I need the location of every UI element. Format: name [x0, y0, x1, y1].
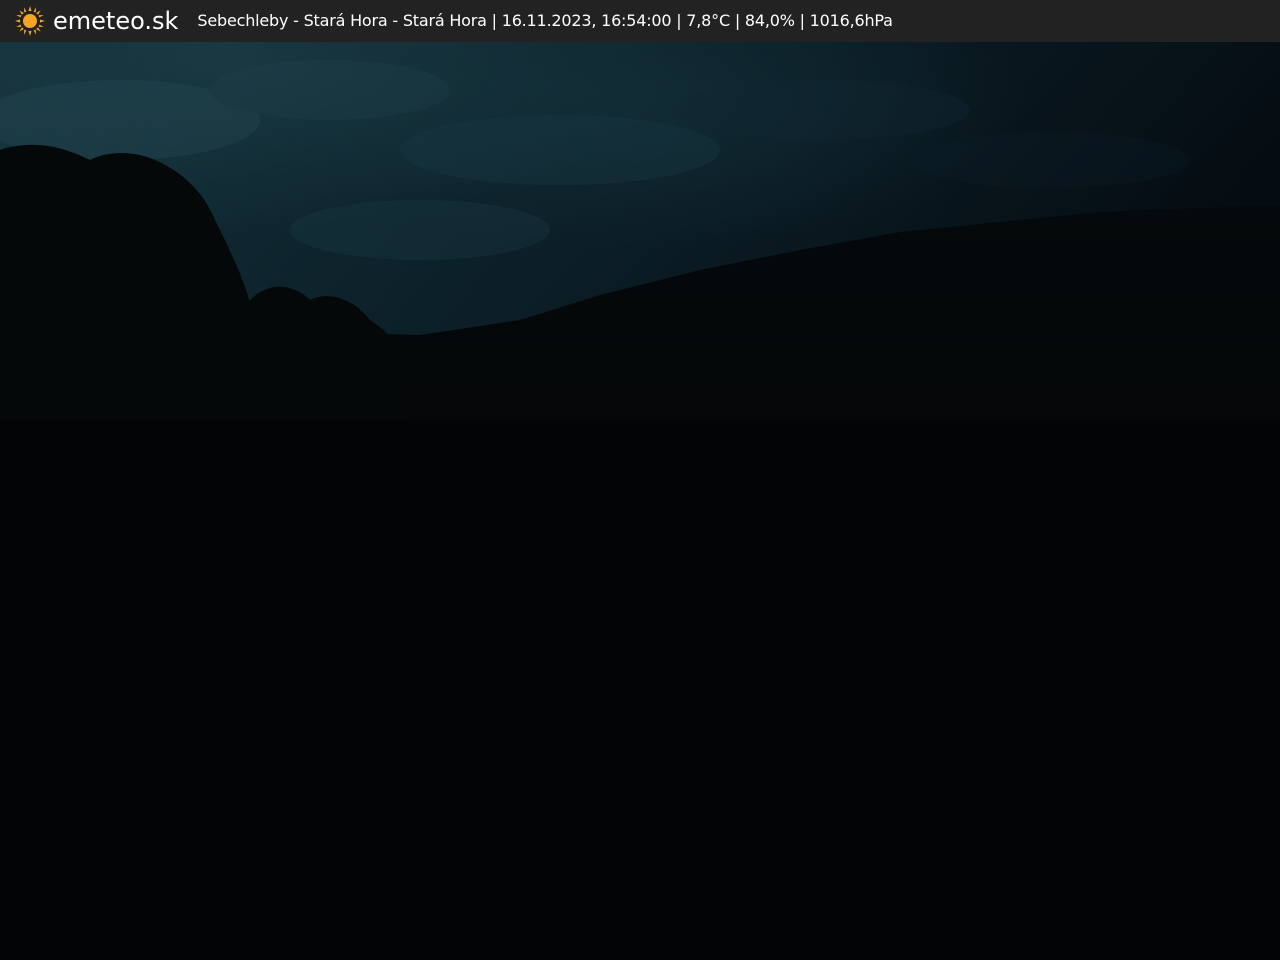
webcam-caption-bar: emeteo.sk Sebechleby - Stará Hora - Star…: [0, 0, 1280, 42]
webcam-image: [0, 0, 1280, 960]
webcam-frame: emeteo.sk Sebechleby - Stará Hora - Star…: [0, 0, 1280, 960]
webcam-caption: Sebechleby - Stará Hora - Stará Hora | 1…: [197, 11, 893, 30]
sun-icon: [15, 6, 45, 36]
ground: [0, 420, 1280, 960]
brand-name: emeteo.sk: [53, 7, 179, 35]
